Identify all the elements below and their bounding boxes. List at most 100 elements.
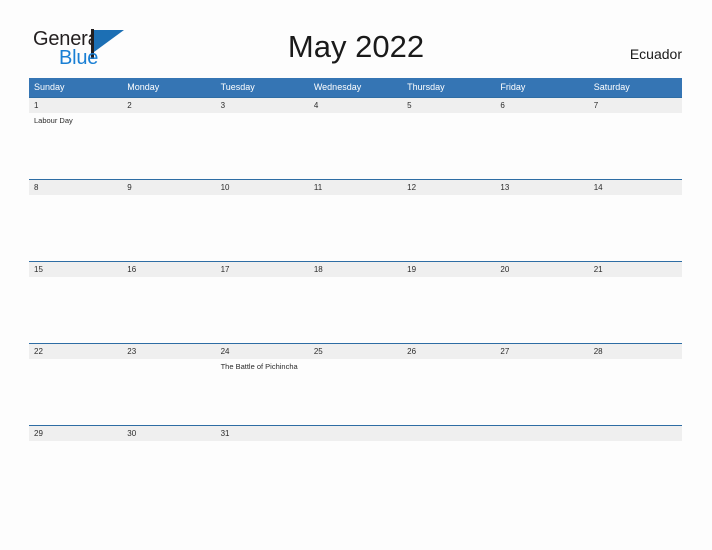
day-number[interactable]: 6: [495, 98, 588, 113]
day-cell[interactable]: The Battle of Pichincha: [216, 359, 309, 425]
week-event-band: [29, 441, 682, 461]
week-event-band: The Battle of Pichincha: [29, 359, 682, 425]
day-number[interactable]: 1: [29, 98, 122, 113]
calendar-week-row: 15 16 17 18 19 20 21: [29, 261, 682, 343]
day-cell[interactable]: [216, 113, 309, 179]
day-number[interactable]: 21: [589, 262, 682, 277]
day-cell[interactable]: [402, 441, 495, 461]
weekday-header-wednesday: Wednesday: [313, 82, 362, 92]
day-number[interactable]: 29: [29, 426, 122, 441]
week-event-band: [29, 195, 682, 261]
calendar-grid: Sunday Monday Tuesday Wednesday Thursday…: [29, 78, 682, 461]
week-event-band: [29, 277, 682, 343]
day-cell[interactable]: [589, 195, 682, 261]
day-cell[interactable]: [402, 113, 495, 179]
day-cell[interactable]: [216, 195, 309, 261]
day-cell[interactable]: [122, 195, 215, 261]
day-number[interactable]: 31: [216, 426, 309, 441]
day-number[interactable]: 15: [29, 262, 122, 277]
day-number[interactable]: [495, 426, 588, 441]
day-cell[interactable]: [216, 441, 309, 461]
day-number[interactable]: 9: [122, 180, 215, 195]
day-cell[interactable]: [495, 441, 588, 461]
day-cell[interactable]: [495, 195, 588, 261]
weekday-header-monday: Monday: [127, 82, 160, 92]
day-number[interactable]: 23: [122, 344, 215, 359]
weekday-header-thursday: Thursday: [407, 82, 445, 92]
weekday-header-saturday: Saturday: [593, 82, 630, 92]
day-cell[interactable]: [495, 113, 588, 179]
day-number[interactable]: [309, 426, 402, 441]
day-number[interactable]: 16: [122, 262, 215, 277]
calendar-week-row: 29 30 31: [29, 425, 682, 461]
day-number[interactable]: 28: [589, 344, 682, 359]
day-number[interactable]: 4: [309, 98, 402, 113]
day-number[interactable]: 20: [495, 262, 588, 277]
day-number[interactable]: 7: [589, 98, 682, 113]
day-cell[interactable]: [309, 441, 402, 461]
day-number[interactable]: 13: [495, 180, 588, 195]
day-cell[interactable]: [495, 277, 588, 343]
day-number[interactable]: 12: [402, 180, 495, 195]
day-cell[interactable]: [589, 113, 682, 179]
day-number[interactable]: 22: [29, 344, 122, 359]
weekday-header-row: Sunday Monday Tuesday Wednesday Thursday…: [29, 78, 682, 97]
day-number[interactable]: 11: [309, 180, 402, 195]
page-title: May 2022: [287, 29, 425, 64]
day-cell[interactable]: [402, 195, 495, 261]
day-number[interactable]: 14: [589, 180, 682, 195]
day-cell[interactable]: [29, 441, 122, 461]
day-cell[interactable]: [122, 441, 215, 461]
calendar-week-row: 1 2 3 4 5 6 7 Labour Day: [29, 97, 682, 179]
day-cell[interactable]: [29, 277, 122, 343]
country-label: Ecuador: [629, 46, 682, 62]
day-number[interactable]: 3: [216, 98, 309, 113]
day-number[interactable]: 2: [122, 98, 215, 113]
week-event-band: Labour Day: [29, 113, 682, 179]
day-number[interactable]: 5: [402, 98, 495, 113]
week-date-band: 29 30 31: [29, 426, 682, 441]
day-number[interactable]: [402, 426, 495, 441]
day-number[interactable]: 26: [402, 344, 495, 359]
day-cell[interactable]: [309, 195, 402, 261]
weekday-header-sunday: Sunday: [34, 82, 65, 92]
day-cell[interactable]: [216, 277, 309, 343]
day-number[interactable]: 25: [309, 344, 402, 359]
weekday-header-friday: Friday: [500, 82, 526, 92]
day-number[interactable]: 27: [495, 344, 588, 359]
day-cell[interactable]: [309, 113, 402, 179]
day-cell[interactable]: Labour Day: [29, 113, 122, 179]
day-cell[interactable]: [122, 277, 215, 343]
day-cell[interactable]: [495, 359, 588, 425]
week-date-band: 15 16 17 18 19 20 21: [29, 262, 682, 277]
day-cell[interactable]: [29, 359, 122, 425]
page-header: General Blue May 2022 Ecuador: [0, 0, 712, 78]
day-number[interactable]: 8: [29, 180, 122, 195]
day-cell[interactable]: [402, 359, 495, 425]
calendar-week-row: 22 23 24 25 26 27 28 The Battle of Pichi…: [29, 343, 682, 425]
day-cell[interactable]: [589, 359, 682, 425]
day-number[interactable]: 10: [216, 180, 309, 195]
day-cell[interactable]: [589, 277, 682, 343]
day-number[interactable]: 18: [309, 262, 402, 277]
day-number[interactable]: 30: [122, 426, 215, 441]
day-cell[interactable]: [402, 277, 495, 343]
calendar-page: General Blue May 2022 Ecuador Sunday Mon…: [0, 0, 712, 550]
day-number[interactable]: 24: [216, 344, 309, 359]
day-cell[interactable]: [29, 195, 122, 261]
weekday-header-tuesday: Tuesday: [220, 82, 255, 92]
day-number[interactable]: 19: [402, 262, 495, 277]
day-cell[interactable]: [122, 359, 215, 425]
day-event-text: Labour Day: [34, 116, 73, 125]
day-number[interactable]: 17: [216, 262, 309, 277]
week-date-band: 22 23 24 25 26 27 28: [29, 344, 682, 359]
day-cell[interactable]: [309, 359, 402, 425]
week-date-band: 1 2 3 4 5 6 7: [29, 98, 682, 113]
day-number[interactable]: [589, 426, 682, 441]
calendar-week-row: 8 9 10 11 12 13 14: [29, 179, 682, 261]
day-cell[interactable]: [589, 441, 682, 461]
day-cell[interactable]: [122, 113, 215, 179]
week-date-band: 8 9 10 11 12 13 14: [29, 180, 682, 195]
day-cell[interactable]: [309, 277, 402, 343]
day-event-text: The Battle of Pichincha: [220, 362, 298, 371]
